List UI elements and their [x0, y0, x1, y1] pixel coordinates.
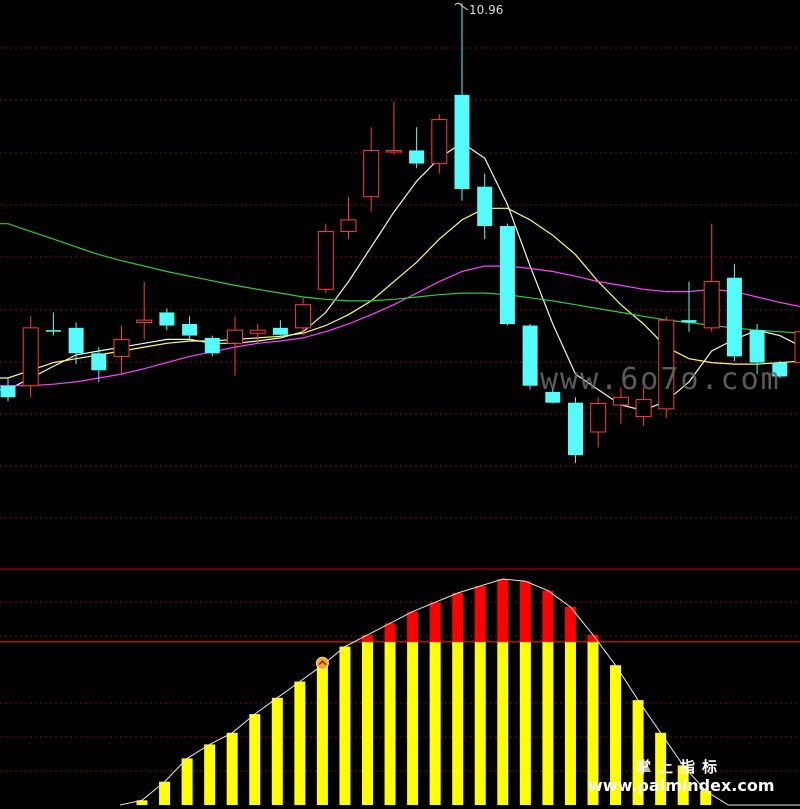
candle-body — [295, 304, 312, 329]
candle — [363, 127, 380, 213]
candle-body — [113, 338, 130, 357]
watermark-brand-cn: 掌上指标 — [636, 758, 725, 776]
indicator-bar — [294, 681, 306, 805]
candle-body — [431, 119, 448, 165]
indicator-bar — [407, 641, 419, 805]
indicator-bar — [226, 732, 238, 805]
candle-body — [249, 329, 266, 334]
candle-body — [159, 312, 175, 326]
indicator-bar-high — [474, 585, 486, 642]
candle-body — [204, 337, 220, 354]
candle — [499, 223, 515, 326]
candle — [45, 312, 61, 336]
indicator-bar — [362, 641, 373, 805]
candle — [340, 196, 357, 240]
indicator-grid — [0, 568, 800, 772]
candle-body — [317, 230, 334, 290]
candle-body — [499, 226, 515, 324]
candle-body — [477, 186, 493, 227]
indicator-bar — [316, 665, 328, 805]
candle — [113, 325, 130, 375]
candle — [703, 223, 720, 332]
candle — [272, 320, 288, 336]
indicator-bar-high — [362, 634, 373, 642]
candle — [794, 331, 800, 364]
candle-body — [45, 330, 61, 332]
buy-signal-icon — [315, 656, 329, 670]
indicator-bar — [339, 646, 351, 805]
indicator-bar — [249, 714, 261, 805]
indicator-bar — [271, 697, 283, 805]
indicator-bar — [181, 758, 193, 805]
candle-body — [136, 319, 153, 323]
candle-body — [0, 385, 16, 398]
indicator-bar — [204, 744, 216, 805]
candle-body — [590, 402, 607, 433]
indicator-bar-high — [519, 581, 531, 642]
candle — [726, 263, 742, 362]
candle-body — [68, 327, 84, 354]
candle — [136, 281, 153, 340]
candle-body — [22, 327, 39, 387]
candle-body — [272, 327, 288, 335]
candle-body — [522, 325, 538, 386]
candle-body — [363, 149, 380, 198]
price-grid — [0, 47, 800, 519]
candle-body — [726, 277, 742, 357]
indicator-bar-high — [497, 578, 509, 642]
indicator-bar — [452, 641, 464, 805]
indicator-bar — [429, 641, 441, 805]
indicator-bar — [497, 641, 509, 805]
indicator-bar-high — [542, 590, 554, 642]
peak-price-label: 10.96 — [469, 3, 503, 17]
stock-chart: 10.96 — [0, 2, 800, 806]
candle-body — [635, 399, 652, 418]
candle — [454, 3, 470, 201]
indicator-bar — [519, 641, 531, 805]
candle — [522, 324, 538, 390]
candle-body — [612, 396, 629, 406]
candle — [590, 397, 607, 448]
indicator-bar — [474, 641, 486, 805]
candle — [681, 281, 697, 332]
indicator-bar-high — [384, 623, 396, 642]
candle — [409, 127, 425, 169]
signal-dot — [315, 656, 329, 670]
candle-body — [227, 329, 243, 344]
indicator-bar-high — [429, 602, 441, 642]
indicator-bar — [542, 641, 554, 805]
candle-body — [568, 402, 583, 456]
candle — [0, 378, 16, 402]
indicator-bar-high — [407, 611, 419, 642]
ma-line — [0, 223, 800, 334]
candle — [159, 308, 175, 331]
candle-body — [454, 94, 470, 189]
indicator-bar — [384, 641, 396, 805]
candle-body — [703, 281, 720, 329]
candle-body — [385, 149, 402, 153]
candle — [182, 316, 198, 341]
candle — [568, 397, 583, 463]
watermark-center: www.6o7o.com — [540, 362, 781, 397]
candle — [22, 316, 39, 398]
candle-body — [749, 330, 765, 363]
candle — [477, 173, 493, 240]
candle-body — [182, 324, 198, 336]
candle-body — [91, 353, 107, 371]
candle-body — [681, 320, 697, 323]
candle — [431, 114, 448, 174]
candle — [385, 101, 402, 155]
candle-body — [794, 331, 800, 364]
indicator-bar-high — [452, 592, 464, 642]
indicator-bar — [564, 641, 576, 805]
candle — [317, 223, 334, 294]
watermark-brand-url: www.palmindex.com — [588, 776, 775, 795]
candle-body — [409, 150, 425, 164]
candle — [204, 335, 220, 357]
candle-body — [340, 219, 357, 232]
candle — [295, 297, 312, 336]
